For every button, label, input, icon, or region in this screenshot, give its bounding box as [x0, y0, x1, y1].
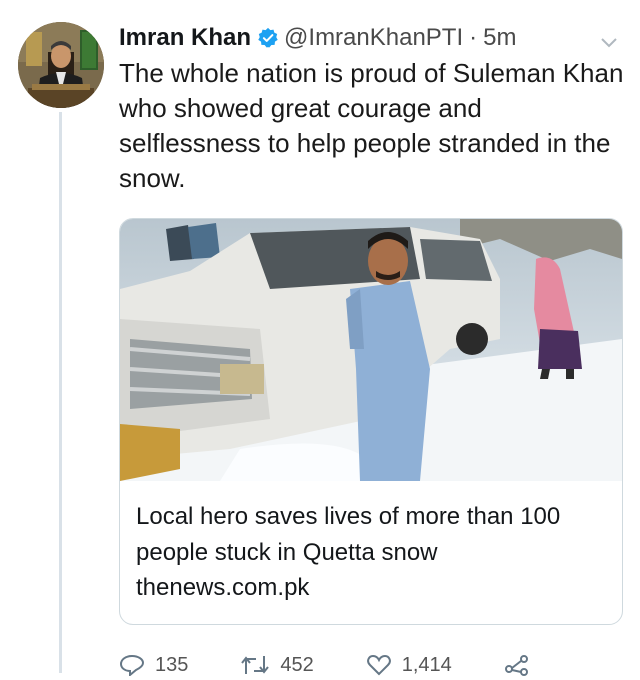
like-button[interactable]: 1,414 — [366, 654, 452, 677]
tweet-time[interactable]: 5m — [483, 24, 516, 52]
reply-button[interactable]: 135 — [119, 654, 188, 677]
author-handle[interactable]: @ImranKhanPTI — [284, 24, 463, 52]
tweet-actions: 135 452 1,414 — [119, 650, 592, 680]
retweet-button[interactable]: 452 — [240, 653, 314, 677]
like-count: 1,414 — [401, 653, 452, 676]
tweet-header: Imran Khan @ImranKhanPTI · 5m — [119, 20, 620, 56]
card-title: Local hero saves lives of more than 100 … — [136, 503, 561, 566]
verified-badge-icon — [257, 27, 279, 49]
card-image — [120, 219, 622, 481]
avatar-image — [18, 22, 104, 108]
avatar[interactable] — [18, 22, 104, 108]
thread-line — [59, 112, 62, 673]
retweet-count: 452 — [280, 653, 314, 676]
reply-count: 135 — [155, 653, 189, 676]
author-name[interactable]: Imran Khan — [119, 24, 251, 52]
card-domain: thenews.com.pk — [136, 574, 310, 601]
separator-dot: · — [469, 24, 478, 51]
chevron-down-icon[interactable] — [600, 28, 618, 56]
tweet-text: The whole nation is proud of Suleman Kha… — [119, 58, 624, 193]
link-card[interactable]: Local hero saves lives of more than 100 … — [119, 218, 623, 625]
